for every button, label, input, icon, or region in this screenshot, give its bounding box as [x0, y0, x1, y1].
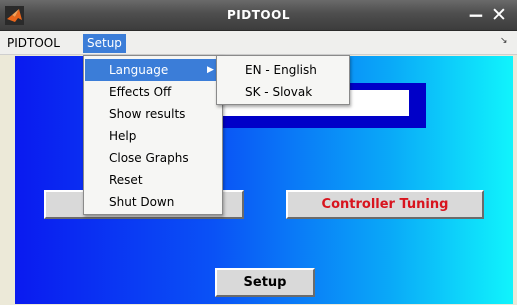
menu-item-effects-off[interactable]: Effects Off	[85, 81, 221, 103]
menu-setup[interactable]: Setup	[83, 34, 126, 53]
pidtool-window: PIDTOOL − ✕ PIDTOOL Setup ↘ Controller T…	[0, 0, 517, 305]
setup-menu: Language ▶ Effects Off Show results Help…	[83, 55, 223, 215]
minimize-button[interactable]: −	[465, 4, 487, 26]
menu-item-help[interactable]: Help	[85, 125, 221, 147]
language-submenu: EN - English SK - Slovak	[216, 55, 350, 105]
menu-item-close-graphs[interactable]: Close Graphs	[85, 147, 221, 169]
menu-item-label: Language	[109, 63, 169, 77]
submenu-arrow-icon: ▶	[207, 65, 214, 75]
menu-item-reset[interactable]: Reset	[85, 169, 221, 191]
setup-button[interactable]: Setup	[215, 268, 315, 297]
submenu-item-english[interactable]: EN - English	[218, 59, 348, 81]
close-button[interactable]: ✕	[488, 4, 510, 26]
submenu-item-slovak[interactable]: SK - Slovak	[218, 81, 348, 103]
menu-item-shut-down[interactable]: Shut Down	[85, 191, 221, 213]
dock-arrow-icon[interactable]: ↘	[500, 36, 508, 46]
menu-pidtool[interactable]: PIDTOOL	[3, 34, 64, 53]
menu-item-language[interactable]: Language ▶	[85, 59, 221, 81]
title-bar[interactable]: PIDTOOL − ✕	[0, 0, 517, 31]
menu-bar: PIDTOOL Setup ↘	[0, 31, 517, 55]
controller-tuning-button[interactable]: Controller Tuning	[286, 190, 484, 219]
window-title: PIDTOOL	[227, 8, 290, 22]
menu-item-show-results[interactable]: Show results	[85, 103, 221, 125]
